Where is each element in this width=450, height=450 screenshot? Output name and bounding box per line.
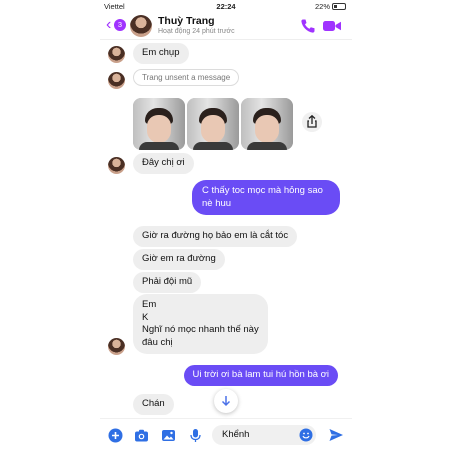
message-input-text: Khểnh	[222, 429, 250, 440]
sender-avatar	[108, 46, 125, 63]
contact-avatar[interactable]	[130, 15, 152, 37]
chat-header: ‹ 3 Thuỳ Trang Hoạt động 24 phút trước	[100, 12, 352, 40]
activity-status: Hoạt động 24 phút trước	[158, 28, 235, 35]
unread-badge[interactable]: 3	[114, 19, 126, 31]
composer-bar: Khểnh	[100, 418, 352, 450]
sender-avatar	[108, 157, 125, 174]
sent-message-bubble[interactable]: C thấy toc mọc mà hỏng sao nè huu	[192, 180, 340, 215]
battery-percent: 22%	[314, 2, 330, 11]
phone-icon[interactable]	[300, 18, 316, 34]
message-bubble[interactable]: Đây chị ơi	[133, 153, 194, 174]
plus-circle-icon[interactable]	[108, 428, 123, 443]
arrow-down-icon	[221, 396, 231, 407]
video-call-icon[interactable]	[322, 18, 342, 34]
message-line: nè huu	[202, 197, 232, 209]
message-input[interactable]: Khểnh	[212, 425, 316, 445]
gallery-icon[interactable]	[161, 428, 176, 443]
sent-message-bubble[interactable]: Ui trời ơi bà lam tui hú hồn bà ơi	[183, 365, 338, 386]
unsent-notice: Trang unsent a message	[133, 69, 240, 86]
message-bubble[interactable]: Chán	[133, 394, 174, 415]
contact-name[interactable]: Thuỳ Trang	[158, 15, 215, 27]
message-line: C thấy toc mọc mà hỏng sao	[202, 185, 323, 196]
share-icon	[307, 114, 317, 128]
emoji-icon[interactable]	[299, 428, 313, 442]
message-bubble[interactable]: Em chụp	[133, 43, 189, 64]
microphone-icon[interactable]	[188, 428, 203, 443]
send-icon[interactable]	[328, 427, 344, 443]
photo-attachment[interactable]	[133, 98, 185, 150]
battery-indicator: 22%	[315, 2, 346, 11]
message-line: Nghĩ nó mọc nhanh thế này	[142, 324, 259, 335]
camera-icon[interactable]	[134, 428, 149, 443]
share-button[interactable]	[302, 112, 322, 132]
sender-avatar	[108, 72, 125, 89]
status-bar: Viettel 22:24 22%	[100, 0, 352, 12]
messenger-screen: Viettel 22:24 22% ‹ 3 Thuỳ Trang Hoạt độ…	[100, 0, 352, 450]
message-bubble[interactable]: Giờ ra đường họ bảo em là cắt tóc	[133, 226, 298, 247]
message-list[interactable]: Em chụp Trang unsent a message Đây chị ơ…	[100, 40, 352, 418]
chevron-left-icon[interactable]: ‹	[106, 17, 111, 33]
photo-attachment[interactable]	[187, 98, 239, 150]
message-line: Em	[142, 299, 157, 310]
scroll-to-bottom-button[interactable]	[214, 389, 238, 413]
message-line: K	[142, 311, 149, 323]
message-bubble[interactable]: Giờ em ra đường	[133, 249, 225, 270]
sender-avatar	[108, 338, 125, 355]
message-bubble[interactable]: Em K Nghĩ nó mọc nhanh thế này đâu chị	[133, 294, 268, 354]
battery-icon	[332, 3, 346, 10]
message-bubble[interactable]: Phải đội mũ	[133, 272, 202, 293]
message-line: đâu chị	[142, 336, 173, 348]
photo-attachment[interactable]	[241, 98, 293, 150]
